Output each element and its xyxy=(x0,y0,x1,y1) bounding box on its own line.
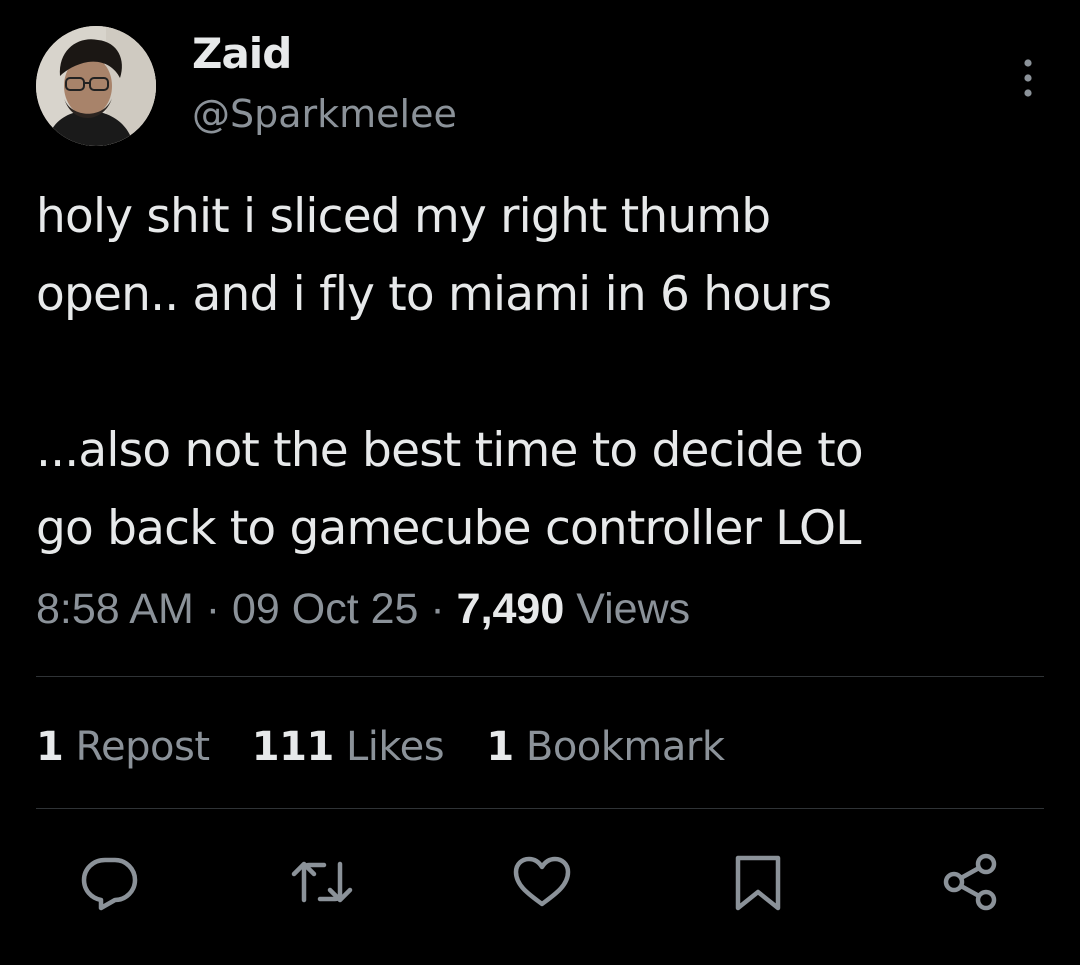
bookmarks-stat[interactable]: 1 Bookmark xyxy=(486,722,725,772)
share-icon[interactable] xyxy=(940,850,1004,914)
repost-icon[interactable] xyxy=(290,850,354,914)
tweet-date[interactable]: 09 Oct 25 xyxy=(232,585,418,633)
avatar[interactable] xyxy=(36,26,156,146)
bookmarks-label: Bookmark xyxy=(513,724,725,770)
views-count: 7,490 xyxy=(456,585,565,633)
bookmarks-count: 1 xyxy=(486,724,514,770)
likes-label: Likes xyxy=(333,724,445,770)
views-label: Views xyxy=(564,585,691,633)
more-options-icon[interactable] xyxy=(1016,56,1040,100)
tweet-text: holy shit i sliced my right thumb open..… xyxy=(36,189,864,556)
meta-separator: · xyxy=(193,585,232,633)
tweet-header: Zaid @Sparkmelee xyxy=(36,26,1044,150)
action-bar xyxy=(0,850,1080,916)
like-icon[interactable] xyxy=(510,850,574,914)
divider xyxy=(36,808,1044,809)
author-handle[interactable]: @Sparkmelee xyxy=(192,92,457,136)
bookmark-icon[interactable] xyxy=(726,850,790,914)
likes-count: 111 xyxy=(251,724,335,770)
tweet-meta: 8:58 AM · 09 Oct 25 · 7,490 Views xyxy=(36,584,690,634)
meta-separator: · xyxy=(418,585,457,633)
likes-stat[interactable]: 111 Likes xyxy=(251,722,445,772)
reply-icon[interactable] xyxy=(78,850,142,914)
reposts-label: Repost xyxy=(63,724,211,770)
reposts-count: 1 xyxy=(36,724,64,770)
engagement-stats: 1 Repost 111 Likes 1 Bookmark xyxy=(36,722,755,772)
author-name[interactable]: Zaid xyxy=(192,30,292,78)
tweet-time[interactable]: 8:58 AM xyxy=(36,585,194,633)
divider xyxy=(36,676,1044,677)
reposts-stat[interactable]: 1 Repost xyxy=(36,722,210,772)
